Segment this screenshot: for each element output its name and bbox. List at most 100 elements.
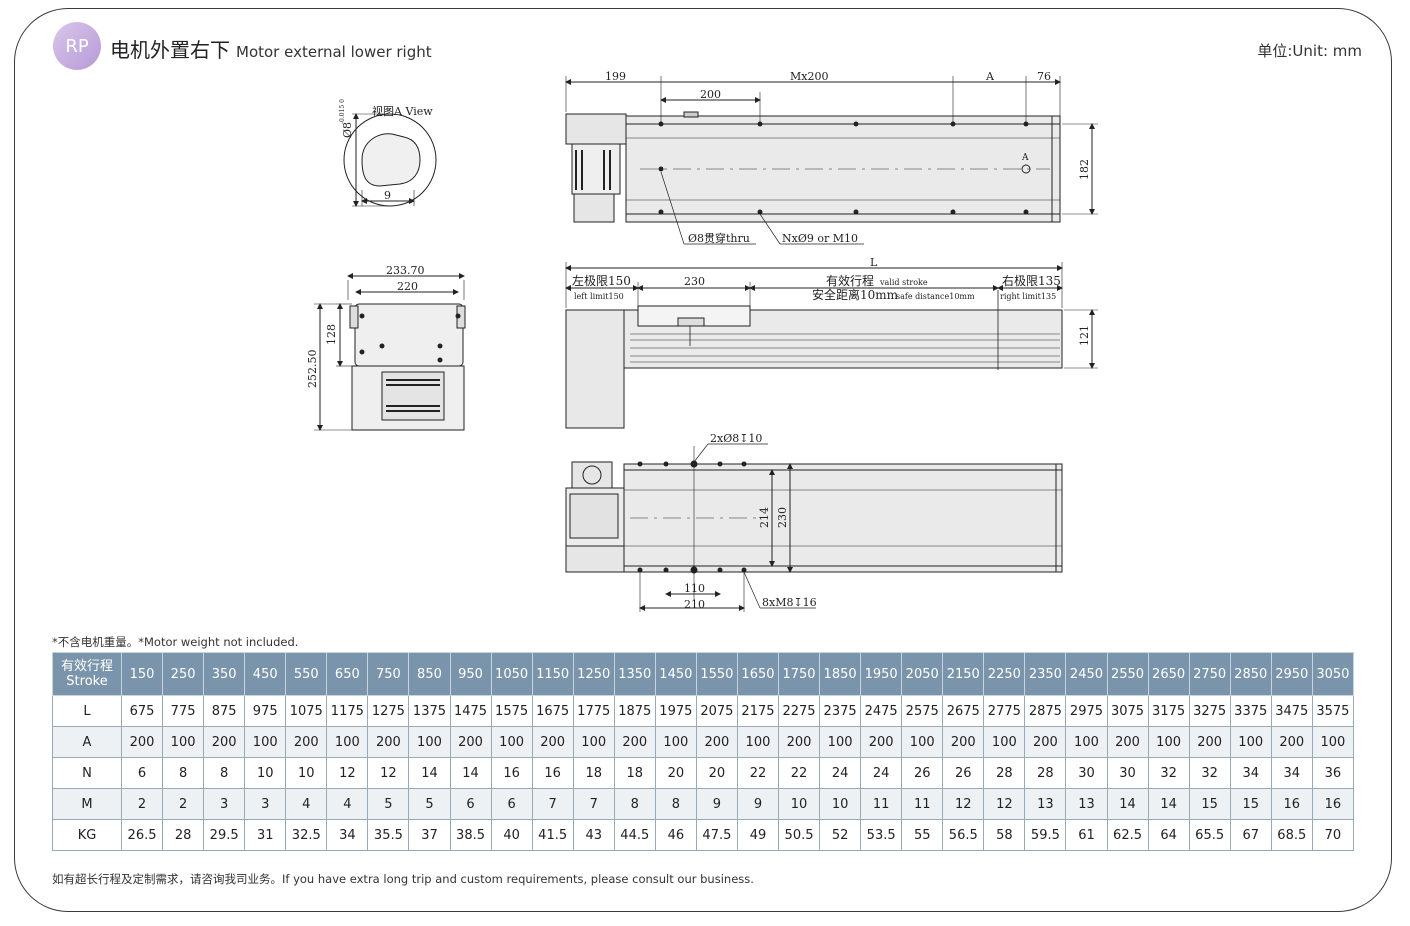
table-cell: 32.5 bbox=[285, 819, 328, 851]
table-cell: 34 bbox=[1229, 757, 1272, 789]
table-cell: 3 bbox=[203, 788, 246, 820]
table-cell: 1975 bbox=[654, 695, 697, 727]
table-cell: 18 bbox=[613, 757, 656, 789]
side-valid-cn: 有效行程 bbox=[826, 273, 874, 288]
table-cell: 100 bbox=[572, 726, 615, 758]
row-label: L bbox=[52, 695, 122, 727]
table-cell: 100 bbox=[736, 726, 780, 758]
bottom-2x-label: 2xØ8↧10 bbox=[710, 432, 762, 445]
table-cell: 3475 bbox=[1270, 695, 1313, 727]
table-cell: 3575 bbox=[1311, 695, 1355, 727]
table-cell: 2375 bbox=[819, 695, 862, 727]
front-dim-252: 252.50 bbox=[306, 350, 319, 389]
footer-note: 如有超长行程及定制需求，请咨询我司业务。If you have extra lo… bbox=[52, 872, 754, 886]
stroke-header-cell: 1450 bbox=[654, 652, 697, 696]
table-cell: 11 bbox=[901, 788, 944, 820]
table-cell: 43 bbox=[572, 819, 615, 851]
side-dim-L: L bbox=[870, 256, 878, 269]
table-cell: 10 bbox=[777, 788, 821, 820]
view-a-tol: -0.015 0 bbox=[339, 99, 346, 124]
table-cell: 24 bbox=[819, 757, 862, 789]
table-cell: 1875 bbox=[613, 695, 656, 727]
table-cell: 200 bbox=[531, 726, 574, 758]
table-cell: 12 bbox=[326, 757, 369, 789]
top-nx-label: NxØ9 or M10 bbox=[782, 232, 858, 245]
table-cell: 26 bbox=[942, 757, 985, 789]
stroke-header-cell: 2950 bbox=[1270, 652, 1313, 696]
table-cell: 41.5 bbox=[531, 819, 574, 851]
stroke-header-cell: 750 bbox=[367, 652, 410, 696]
top-a-mark: A bbox=[1021, 153, 1029, 163]
table-row: L 675 775 875 975 1075 1175 1275 1375 1475 1575 167… bbox=[52, 695, 1355, 727]
table-cell: 36 bbox=[1311, 757, 1355, 789]
table-cell: 975 bbox=[244, 695, 287, 727]
bottom-dim-210: 210 bbox=[684, 598, 705, 611]
table-cell: 100 bbox=[654, 726, 697, 758]
table-cell: 12 bbox=[942, 788, 985, 820]
table-cell: 47.5 bbox=[695, 819, 738, 851]
table-cell: 22 bbox=[777, 757, 821, 789]
table-cell: 58 bbox=[983, 819, 1026, 851]
table-cell: 1775 bbox=[572, 695, 615, 727]
stroke-header-cell: 1850 bbox=[819, 652, 862, 696]
table-cell: 37 bbox=[408, 819, 451, 851]
table-cell: 26 bbox=[901, 757, 944, 789]
top-dim-76: 76 bbox=[1037, 70, 1051, 83]
side-dim-230: 230 bbox=[684, 275, 705, 288]
table-cell: 7 bbox=[572, 788, 615, 820]
stroke-header-cell: 450 bbox=[244, 652, 287, 696]
table-cell: 100 bbox=[326, 726, 369, 758]
front-view bbox=[314, 273, 466, 431]
table-cell: 22 bbox=[736, 757, 780, 789]
table-cell: 3275 bbox=[1188, 695, 1231, 727]
table-cell: 100 bbox=[983, 726, 1026, 758]
table-cell: 1175 bbox=[326, 695, 369, 727]
table-cell: 200 bbox=[1024, 726, 1067, 758]
top-thru-label: Ø8贯穿thru bbox=[688, 231, 750, 245]
stroke-header-cell: 2750 bbox=[1188, 652, 1231, 696]
side-valid-en: valid stroke bbox=[879, 278, 928, 287]
bottom-dim-110: 110 bbox=[684, 582, 705, 595]
table-cell: 16 bbox=[490, 757, 533, 789]
table-cell: 3375 bbox=[1229, 695, 1272, 727]
table-cell: 100 bbox=[819, 726, 862, 758]
stroke-header-row: 有效行程 Stroke 150 250 350 450 550 650 750 850 950 1… bbox=[52, 652, 1355, 696]
table-cell: 55 bbox=[901, 819, 944, 851]
table-cell: 14 bbox=[1147, 788, 1190, 820]
table-cell: 200 bbox=[860, 726, 903, 758]
table-cell: 3175 bbox=[1147, 695, 1190, 727]
table-cell: 200 bbox=[203, 726, 246, 758]
table-cell: 53.5 bbox=[860, 819, 903, 851]
stroke-header-cell: 2050 bbox=[901, 652, 944, 696]
stroke-header-cell: 1750 bbox=[777, 652, 821, 696]
table-cell: 18 bbox=[572, 757, 615, 789]
table-cell: 100 bbox=[1311, 726, 1355, 758]
table-cell: 32 bbox=[1147, 757, 1190, 789]
table-cell: 14 bbox=[1106, 788, 1149, 820]
table-cell: 28 bbox=[983, 757, 1026, 789]
table-cell: 16 bbox=[1270, 788, 1313, 820]
bottom-8x-label: 8xM8↧16 bbox=[762, 596, 817, 609]
stroke-header-cell: 3050 bbox=[1311, 652, 1355, 696]
table-cell: 67 bbox=[1229, 819, 1272, 851]
row-label: KG bbox=[52, 819, 122, 851]
table-cell: 100 bbox=[490, 726, 533, 758]
table-cell: 200 bbox=[367, 726, 410, 758]
top-view bbox=[565, 76, 1098, 245]
table-cell: 200 bbox=[613, 726, 656, 758]
table-cell: 675 bbox=[120, 695, 164, 727]
top-dim-200: 200 bbox=[700, 88, 721, 101]
table-cell: 200 bbox=[449, 726, 492, 758]
table-cell: 3075 bbox=[1106, 695, 1149, 727]
stroke-header-cell: 350 bbox=[203, 652, 246, 696]
table-cell: 12 bbox=[983, 788, 1026, 820]
side-dim-121: 121 bbox=[1078, 325, 1091, 346]
weight-note: *不含电机重量。*Motor weight not included. bbox=[52, 635, 299, 649]
table-cell: 4 bbox=[285, 788, 328, 820]
stroke-header-cell: 950 bbox=[449, 652, 492, 696]
stroke-header-cell: 1250 bbox=[572, 652, 615, 696]
stroke-header-cell: 1550 bbox=[695, 652, 738, 696]
table-cell: 3 bbox=[244, 788, 287, 820]
stroke-header-cell: 1350 bbox=[613, 652, 656, 696]
table-cell: 26.5 bbox=[120, 819, 164, 851]
